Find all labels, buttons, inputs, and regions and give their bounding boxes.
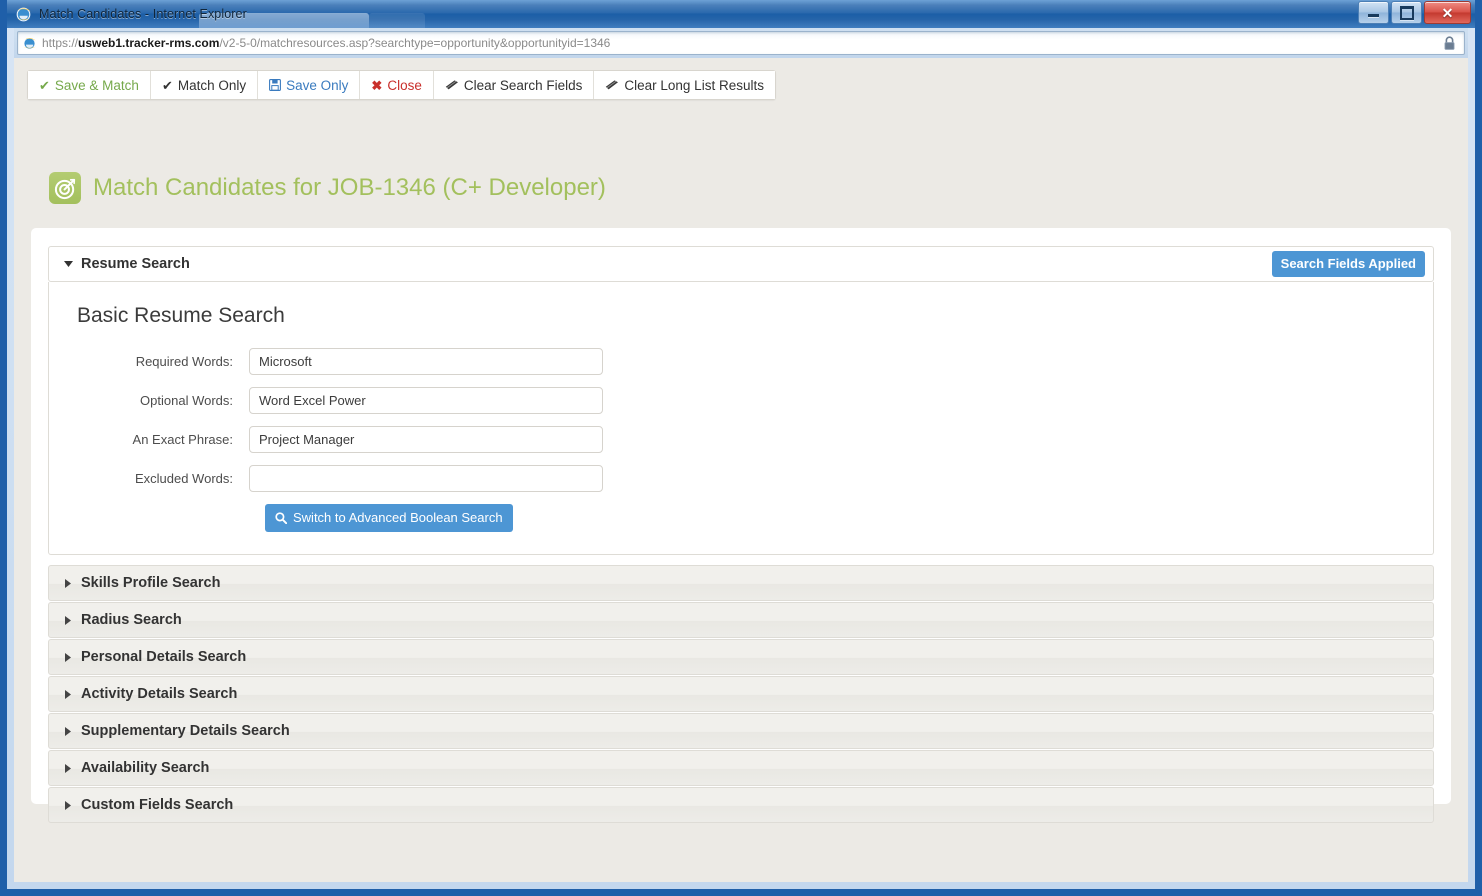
clear-long-list-results-button[interactable]: Clear Long List Results [594,71,775,99]
section-heading: Basic Resume Search [77,304,285,327]
window-title: Match Candidates - Internet Explorer [39,7,247,21]
accordion-header-supplementary-details-search[interactable]: Supplementary Details Search [48,713,1434,749]
clear-search-fields-button[interactable]: Clear Search Fields [433,71,595,99]
match-only-button[interactable]: ✔ Match Only [150,71,259,99]
form-row-exact-phrase: An Exact Phrase: [49,426,1433,453]
label-excluded-words: Excluded Words: [134,471,233,486]
switch-to-advanced-boolean-search-button[interactable]: Switch to Advanced Boolean Search [265,504,513,532]
form-row-excluded-words: Excluded Words: [49,465,1433,492]
internet-explorer-icon [16,7,31,21]
action-toolbar: ✔ Save & Match ✔ Match Only Save Only ✖ … [27,70,776,100]
clear-search-fields-label: Clear Search Fields [463,77,583,93]
chevron-right-icon [63,726,73,736]
address-url: https://usweb1.tracker-rms.com/v2-5-0/ma… [42,36,610,50]
page-title: Match Candidates for JOB-1346 (C+ Develo… [49,172,606,204]
save-and-match-label: Save & Match [54,77,139,93]
accordion-title-custom-fields-search: Custom Fields Search [81,797,234,813]
close-window-button[interactable]: ✕ [1424,1,1471,24]
chevron-right-icon [63,615,73,625]
search-icon [275,511,287,524]
check-icon: ✔ [161,77,173,93]
accordion-header-personal-details-search[interactable]: Personal Details Search [48,639,1434,675]
excluded-words-input[interactable] [249,465,603,492]
clear-long-list-results-label: Clear Long List Results [624,77,764,93]
target-bullseye-glyph [54,178,75,199]
url-path: /v2-5-0/matchresources.asp?searchtype=op… [219,36,611,50]
exact-phrase-input[interactable] [249,426,603,453]
form-row-optional-words: Optional Words: [49,387,1433,414]
chevron-right-icon [63,763,73,773]
required-words-input[interactable] [249,348,603,375]
close-button[interactable]: ✖ Close [360,71,434,99]
accordion-body-resume-search: Basic Resume Search Required Words: Opti… [48,282,1434,555]
accordion-title-skills-profile-search: Skills Profile Search [81,575,221,591]
accordion-header-radius-search[interactable]: Radius Search [48,602,1434,638]
eraser-icon [445,80,458,90]
layout-spacer [49,504,265,532]
page-title-text: Match Candidates for JOB-1346 (C+ Develo… [93,174,606,201]
save-and-match-button[interactable]: ✔ Save & Match [28,71,151,99]
chevron-right-icon [63,578,73,588]
minimize-icon [1368,14,1379,17]
eraser-icon [606,80,619,90]
chevron-right-icon [63,800,73,810]
accordion-title-availability-search: Availability Search [81,760,210,776]
accordion-title-resume-search: Resume Search [81,256,190,272]
label-required-words: Required Words: [135,354,233,369]
accordion-header-skills-profile-search[interactable]: Skills Profile Search [48,565,1434,601]
accordion-header-custom-fields-search[interactable]: Custom Fields Search [48,787,1434,823]
chevron-right-icon [63,652,73,662]
padlock-icon [1444,35,1455,50]
web-page-content: ✔ Save & Match ✔ Match Only Save Only ✖ … [14,58,1468,882]
check-icon: ✔ [39,77,50,93]
accordion-title-supplementary-details-search: Supplementary Details Search [81,723,290,739]
label-optional-words: Optional Words: [140,393,233,408]
switch-button-label: Switch to Advanced Boolean Search [293,510,503,525]
chevron-down-icon [63,261,73,267]
search-accordion: Resume Search Search Fields Applied Basi… [48,246,1434,824]
status-badge[interactable]: Search Fields Applied [1271,251,1425,277]
maximize-button[interactable] [1391,1,1422,24]
chevron-right-icon [63,689,73,699]
optional-words-input[interactable] [249,387,603,414]
accordion-title-activity-details-search: Activity Details Search [81,686,238,702]
accordion-header-availability-search[interactable]: Availability Search [48,750,1434,786]
accordion-title-personal-details-search: Personal Details Search [81,649,247,665]
window-titlebar: Match Candidates - Internet Explorer ✕ [7,0,1475,28]
maximize-icon [1399,5,1414,20]
background-tab-ghost-2 [369,13,425,28]
save-only-label: Save Only [286,77,349,93]
url-host: usweb1.tracker-rms.com [78,36,220,50]
switch-search-mode-row: Switch to Advanced Boolean Search [49,504,1433,532]
label-exact-phrase: An Exact Phrase: [132,432,233,447]
accordion-title-radius-search: Radius Search [81,612,182,628]
save-only-button[interactable]: Save Only [258,71,361,99]
close-label: Close [387,77,422,93]
accordion-header-resume-search[interactable]: Resume Search Search Fields Applied [48,246,1434,282]
accordion-header-activity-details-search[interactable]: Activity Details Search [48,676,1434,712]
url-protocol: https:// [42,36,79,50]
address-bar-row: https://usweb1.tracker-rms.com/v2-5-0/ma… [14,28,1468,58]
search-panel: Resume Search Search Fields Applied Basi… [31,228,1451,823]
x-icon: ✖ [371,77,383,93]
close-icon: ✕ [1441,4,1454,21]
address-input[interactable]: https://usweb1.tracker-rms.com/v2-5-0/ma… [17,31,1465,55]
window-controls: ✕ [1358,1,1471,24]
match-only-label: Match Only [177,77,247,93]
minimize-button[interactable] [1358,1,1389,24]
internet-explorer-icon-small [23,36,36,50]
floppy-disk-icon [269,79,282,91]
target-bullseye-icon [49,172,81,204]
form-row-required-words: Required Words: [49,348,1433,375]
browser-window: Match Candidates - Internet Explorer ✕ h… [0,0,1482,896]
